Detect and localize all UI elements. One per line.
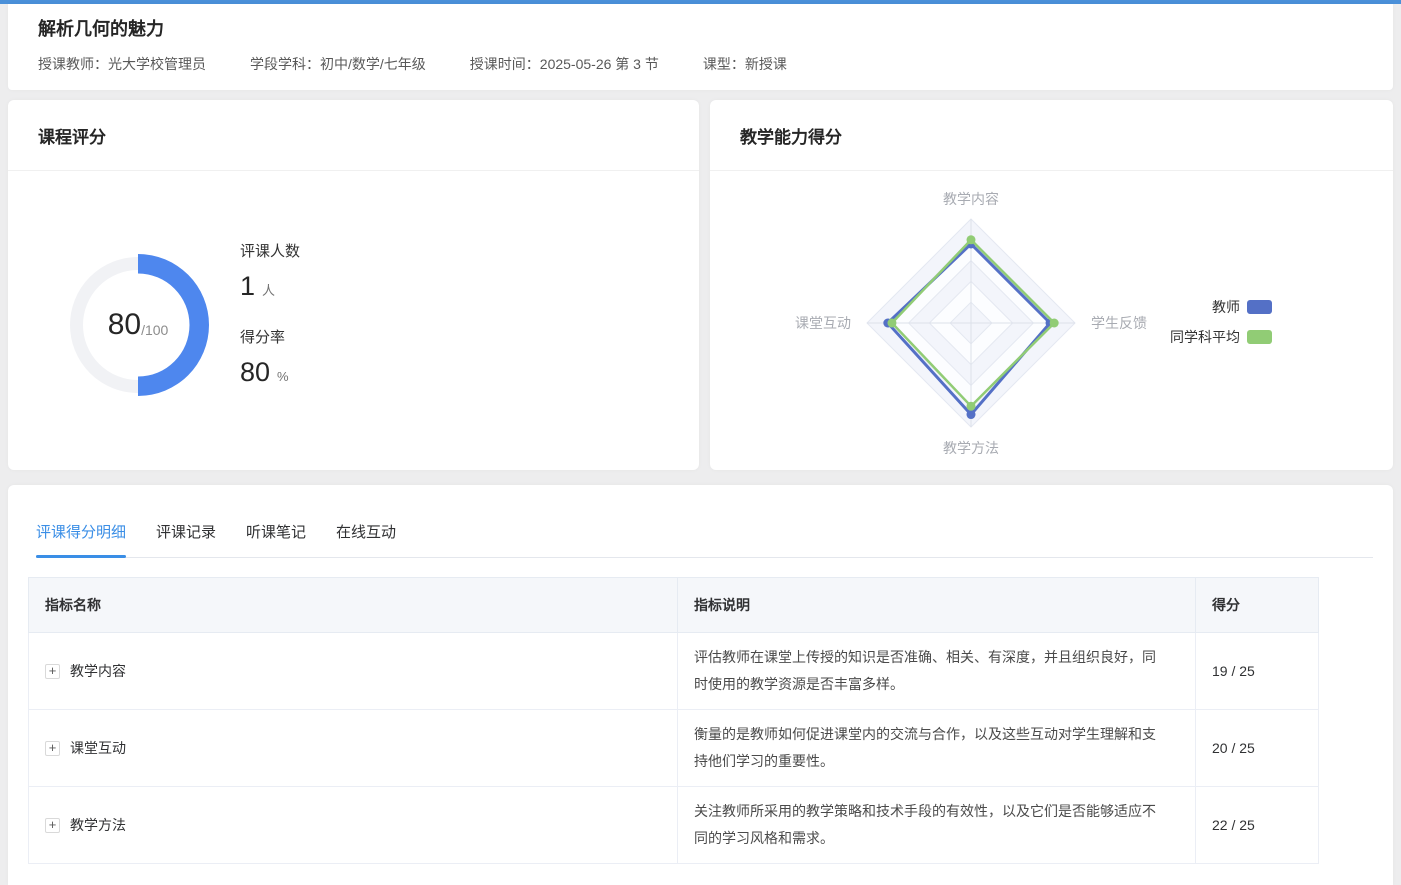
tab-evaluation-records[interactable]: 评课记录	[156, 521, 216, 557]
indicator-score: 22 / 25	[1196, 787, 1319, 864]
meta-time: 授课时间：2025-05-26 第 3 节	[470, 54, 659, 74]
score-stats: 评课人数 1 人 得分率 80 %	[240, 240, 300, 388]
evaluation-detail-card: 评课得分明细 评课记录 听课笔记 在线互动 指标名称 指标说明 得分 + 教学内…	[8, 485, 1393, 885]
donut-center-label: 80/100	[53, 240, 223, 410]
svg-text:学生反馈: 学生反馈	[1091, 315, 1147, 331]
evaluator-count: 1 人	[240, 271, 300, 302]
indicator-score: 19 / 25	[1196, 633, 1319, 710]
table-row: + 教学方法 关注教师所采用的教学策略和技术手段的有效性，以及它们是否能够适应不…	[29, 787, 1319, 864]
indicator-score-table: 指标名称 指标说明 得分 + 教学内容 评估教师在课堂上传授的知识是否准确、相关…	[28, 577, 1319, 864]
expand-row-button[interactable]: +	[45, 818, 60, 833]
expand-row-button[interactable]: +	[45, 664, 60, 679]
svg-text:课堂互动: 课堂互动	[795, 315, 851, 331]
indicator-name: 教学内容	[70, 661, 126, 681]
indicator-desc: 关注教师所采用的教学策略和技术手段的有效性，以及它们是否能够适应不同的学习风格和…	[678, 787, 1196, 864]
score-card-header: 课程评分	[8, 100, 699, 171]
course-score-card: 课程评分 80/100 评课人数 1 人 得分率 80 %	[8, 100, 699, 470]
indicator-name: 课堂互动	[70, 738, 126, 758]
tab-score-detail[interactable]: 评课得分明细	[36, 521, 126, 557]
score-value: 80	[108, 308, 141, 342]
course-meta-row: 授课教师：光大学校管理员 学段学科：初中/数学/七年级 授课时间：2025-05…	[38, 54, 787, 74]
meta-course-type: 课型：新授课	[703, 54, 787, 74]
tab-listening-notes[interactable]: 听课笔记	[246, 521, 306, 557]
indicator-name: 教学方法	[70, 815, 126, 835]
table-row: + 教学内容 评估教师在课堂上传授的知识是否准确、相关、有深度，并且组织良好，同…	[29, 633, 1319, 710]
tabs-bar: 评课得分明细 评课记录 听课笔记 在线互动	[36, 521, 1373, 558]
indicator-desc: 衡量的是教师如何促进课堂内的交流与合作，以及这些互动对学生理解和支持他们学习的重…	[678, 710, 1196, 787]
subject-average-swatch	[1247, 330, 1272, 344]
tab-online-interaction[interactable]: 在线互动	[336, 521, 396, 557]
legend-item-teacher[interactable]: 教师	[1170, 297, 1272, 317]
svg-text:教学内容: 教学内容	[943, 191, 999, 207]
header-score: 得分	[1196, 578, 1319, 633]
table-row: + 课堂互动 衡量的是教师如何促进课堂内的交流与合作，以及这些互动对学生理解和支…	[29, 710, 1319, 787]
page-title: 解析几何的魅力	[38, 15, 164, 41]
expand-row-button[interactable]: +	[45, 741, 60, 756]
indicator-desc: 评估教师在课堂上传授的知识是否准确、相关、有深度，并且组织良好，同时使用的教学资…	[678, 633, 1196, 710]
radar-chart: 教学内容学生反馈教学方法 课堂互动	[710, 100, 1393, 470]
score-rate-label: 得分率	[240, 326, 300, 347]
indicator-score: 20 / 25	[1196, 710, 1319, 787]
score-card-title: 课程评分	[38, 123, 106, 148]
course-header-card: 解析几何的魅力 授课教师：光大学校管理员 学段学科：初中/数学/七年级 授课时间…	[8, 4, 1393, 90]
score-max: /100	[141, 322, 168, 338]
score-donut-chart: 80/100	[53, 240, 223, 410]
table-header-row: 指标名称 指标说明 得分	[29, 578, 1319, 633]
teaching-ability-card: 教学能力得分 教学内容学生反馈教学方法课堂互动 教师 同学科平均	[710, 100, 1393, 470]
header-indicator-desc: 指标说明	[678, 578, 1196, 633]
score-rate: 80 %	[240, 357, 300, 388]
meta-grade-subject: 学段学科：初中/数学/七年级	[250, 54, 426, 74]
teacher-swatch	[1247, 300, 1272, 314]
legend-item-subject-average[interactable]: 同学科平均	[1170, 327, 1272, 347]
radar-legend: 教师 同学科平均	[1170, 297, 1272, 347]
evaluator-count-label: 评课人数	[240, 240, 300, 261]
meta-teacher: 授课教师：光大学校管理员	[38, 54, 206, 74]
svg-text:教学方法: 教学方法	[943, 440, 999, 456]
header-indicator-name: 指标名称	[29, 578, 678, 633]
